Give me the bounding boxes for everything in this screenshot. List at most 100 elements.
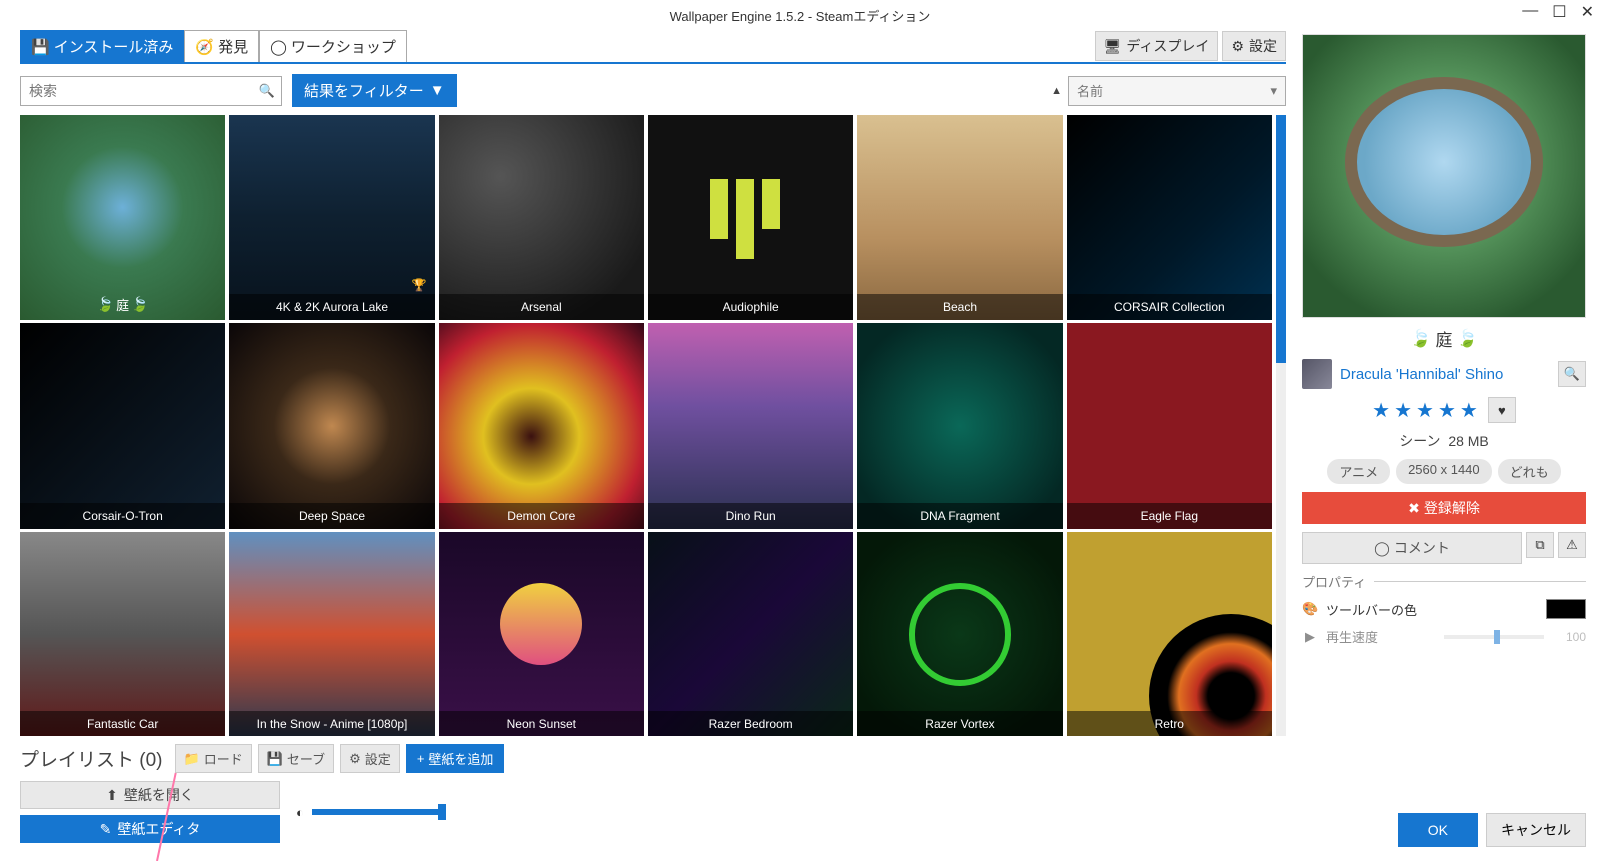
rating-stars[interactable]: ★★★★★ (1372, 398, 1482, 423)
cancel-button[interactable]: キャンセル (1486, 813, 1586, 847)
display-label: ディスプレイ (1126, 36, 1209, 56)
tag[interactable]: 2560 x 1440 (1396, 459, 1492, 484)
speed-slider[interactable] (1444, 635, 1544, 639)
tab-discover[interactable]: 🧭 発見 (184, 30, 259, 62)
close-icon[interactable]: ✕ (1581, 2, 1594, 22)
color-swatch[interactable] (1546, 599, 1586, 619)
warning-icon: ⚠ (1566, 537, 1578, 553)
steam-icon: ◯ (270, 38, 287, 56)
maximize-icon[interactable]: ☐ (1552, 2, 1566, 22)
wallpaper-tile[interactable]: Deep Space (229, 323, 434, 528)
report-button[interactable]: ⚠ (1558, 532, 1586, 558)
editor-button[interactable]: ✎ 壁紙エディタ (20, 815, 280, 843)
tile-caption: Fantastic Car (20, 711, 225, 736)
wallpaper-tile[interactable]: Dino Run (648, 323, 853, 528)
tile-caption: Razer Bedroom (648, 711, 853, 736)
tile-caption: Deep Space (229, 503, 434, 529)
wallpaper-tile[interactable]: Audiophile (648, 115, 853, 320)
unsubscribe-button[interactable]: ✖登録解除 (1302, 492, 1586, 524)
copy-icon: ⧉ (1535, 537, 1544, 553)
search-box[interactable]: 🔍 (20, 76, 282, 106)
gears-icon: ⚙ (349, 751, 361, 767)
tab-workshop[interactable]: ◯ ワークショップ (259, 30, 407, 62)
open-wallpaper-button[interactable]: ⬆ 壁紙を開く (20, 781, 280, 809)
tile-caption: Corsair-O-Tron (20, 503, 225, 529)
scrollbar-thumb[interactable] (1276, 115, 1286, 363)
comment-button[interactable]: ◯コメント (1302, 532, 1522, 564)
display-button[interactable]: 🖥 ディスプレイ (1095, 31, 1219, 61)
filter-button[interactable]: 結果をフィルター ▼ (292, 74, 457, 107)
filter-icon: ▼ (430, 82, 445, 99)
gear-icon: ⚙ (1231, 38, 1244, 55)
tile-caption: Audiophile (648, 294, 853, 320)
settings-button[interactable]: ⚙ 設定 (1222, 31, 1286, 61)
sort-select[interactable]: 名前 ▾ (1068, 76, 1286, 106)
wallpaper-tile[interactable]: Beach (857, 115, 1062, 320)
author-avatar[interactable] (1302, 359, 1332, 389)
tile-caption: Arsenal (439, 294, 644, 320)
heart-icon: ♥ (1498, 403, 1506, 418)
playlist-load-button[interactable]: 📁ロード (175, 744, 252, 773)
folder-icon: 📁 (184, 751, 200, 767)
steam-icon: ◯ (1374, 540, 1390, 557)
wallpaper-tile[interactable]: DNA Fragment (857, 323, 1062, 528)
compass-icon: 🧭 (195, 38, 214, 56)
tile-caption: In the Snow - Anime [1080p] (229, 711, 434, 736)
wallpaper-tile[interactable]: Razer Vortex (857, 532, 1062, 736)
save-icon: 💾 (267, 751, 283, 767)
tools-icon: ✎ (100, 821, 112, 838)
wallpaper-tile[interactable]: Razer Bedroom (648, 532, 853, 736)
wallpaper-tile[interactable]: Arsenal (439, 115, 644, 320)
tile-caption: Eagle Flag (1067, 503, 1272, 529)
properties-header: プロパティ (1302, 572, 1586, 591)
wallpaper-tile[interactable]: Fantastic Car (20, 532, 225, 736)
search-icon: 🔍 (1564, 366, 1580, 382)
tab-installed[interactable]: 💾 インストール済み (20, 30, 184, 62)
brightness-control[interactable]: ◐ (296, 805, 442, 820)
prop-speed-label: 再生速度 (1326, 627, 1436, 646)
wallpaper-tile[interactable]: Retro (1067, 532, 1272, 736)
tile-caption: Dino Run (648, 503, 853, 529)
brightness-slider[interactable] (312, 809, 442, 815)
trophy-icon: 🏆 (412, 278, 427, 292)
tile-caption: Beach (857, 294, 1062, 320)
tab-discover-label: 発見 (218, 36, 248, 57)
search-input[interactable] (21, 83, 253, 99)
wallpaper-tile[interactable]: Demon Core (439, 323, 644, 528)
speed-value: 100 (1552, 630, 1586, 644)
tag[interactable]: どれも (1498, 459, 1561, 484)
author-search-button[interactable]: 🔍 (1558, 361, 1586, 387)
wallpaper-tile[interactable]: 4K & 2K Aurora Lake 🏆 (229, 115, 434, 320)
tab-workshop-label: ワークショップ (291, 36, 396, 57)
ok-button[interactable]: OK (1398, 813, 1478, 847)
preview-image (1302, 34, 1586, 318)
settings-label: 設定 (1249, 36, 1277, 56)
chevron-down-icon: ▾ (1270, 83, 1277, 99)
tile-caption: 4K & 2K Aurora Lake (229, 294, 434, 320)
wallpaper-tile[interactable]: Corsair-O-Tron (20, 323, 225, 528)
wallpaper-meta: シーン 28 MB (1302, 431, 1586, 451)
prop-color-label: ツールバーの色 (1326, 600, 1538, 619)
wallpaper-tile[interactable]: 🍃庭🍃 (20, 115, 225, 320)
tab-installed-label: インストール済み (54, 36, 174, 57)
search-icon[interactable]: 🔍 (253, 83, 281, 99)
filter-label: 結果をフィルター (304, 80, 424, 101)
tile-caption: Razer Vortex (857, 711, 1062, 736)
wallpaper-tile[interactable]: In the Snow - Anime [1080p] (229, 532, 434, 736)
playlist-save-button[interactable]: 💾セーブ (258, 744, 334, 773)
favorite-button[interactable]: ♥ (1488, 397, 1516, 423)
wallpaper-tile[interactable]: Neon Sunset (439, 532, 644, 736)
copy-button[interactable]: ⧉ (1526, 532, 1554, 558)
author-link[interactable]: Dracula 'Hannibal' Shino (1340, 366, 1550, 383)
window-title: Wallpaper Engine 1.5.2 - Steamエディション (670, 6, 931, 25)
play-icon: ▶ (1302, 629, 1318, 645)
minimize-icon[interactable]: — (1522, 2, 1538, 22)
playlist-add-button[interactable]: +壁紙を追加 (406, 744, 505, 773)
sort-direction-icon[interactable]: ▲ (1051, 85, 1062, 97)
scrollbar[interactable] (1276, 115, 1286, 736)
sort-label: 名前 (1077, 81, 1103, 100)
playlist-settings-button[interactable]: ⚙設定 (340, 744, 400, 773)
wallpaper-tile[interactable]: CORSAIR Collection (1067, 115, 1272, 320)
tag[interactable]: アニメ (1327, 459, 1390, 484)
wallpaper-tile[interactable]: Eagle Flag (1067, 323, 1272, 528)
